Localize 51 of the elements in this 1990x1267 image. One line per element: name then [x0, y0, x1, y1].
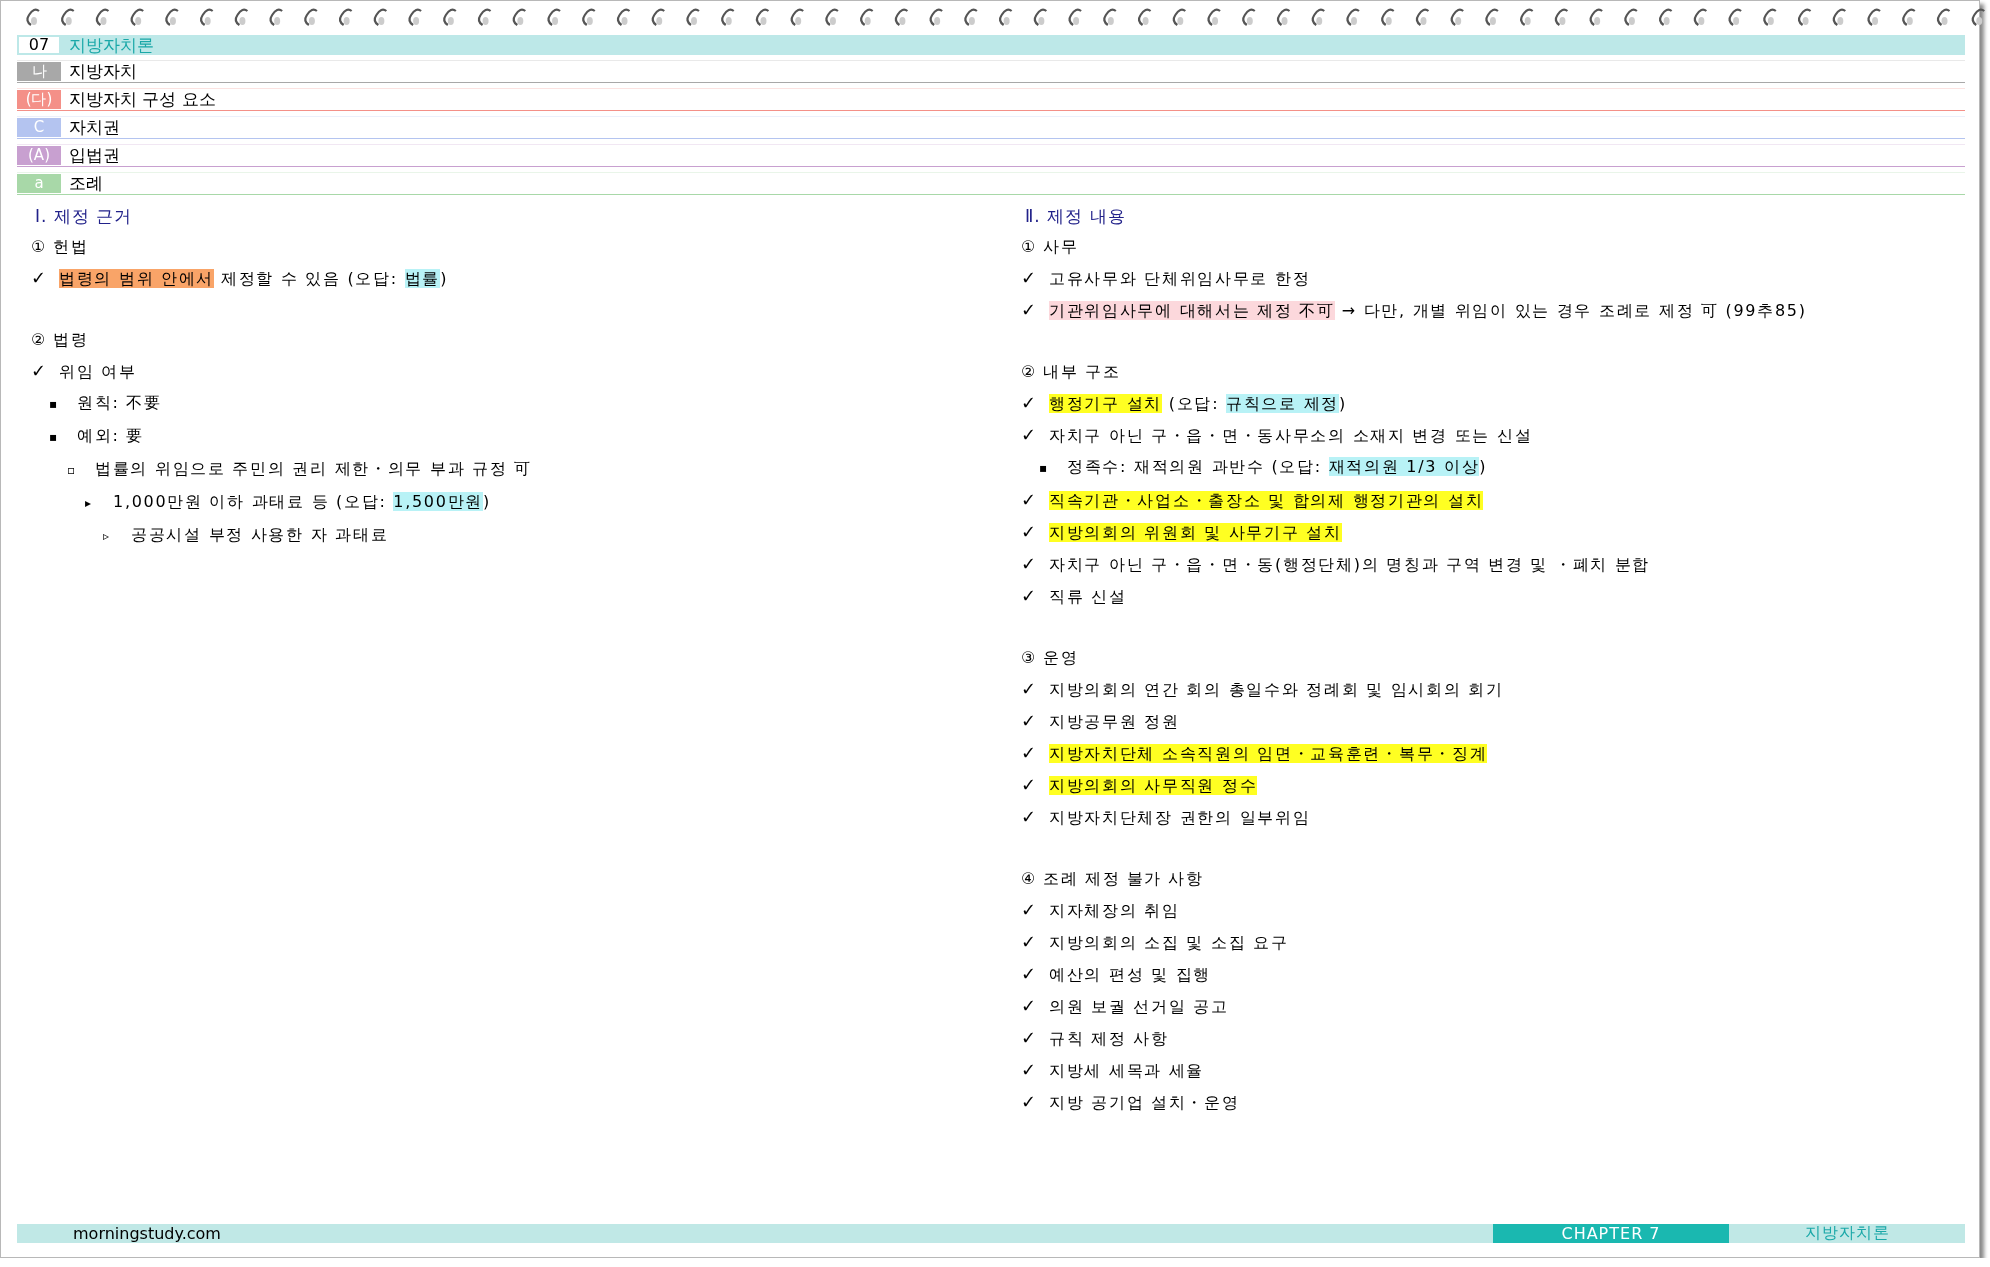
list-item-text: ✓ 자치구 아닌 구・읍・면・동사무소의 소재지 변경 또는 신설: [1021, 423, 1534, 447]
level-marker: a: [17, 174, 61, 193]
level-label: 지방자치 구성 요소: [69, 88, 216, 111]
list-item-text: ✓ 지방공무원 정원: [1021, 709, 1181, 733]
column-title: Ⅱ. 제정 내용: [1024, 205, 1127, 228]
list-item-text: ✓ 규칙 제정 사항: [1021, 1026, 1170, 1050]
list-item-text: ✓ 자치구 아닌 구・읍・면・동(행정단체)의 명칭과 구역 변경 및 ・폐치 분합: [1021, 552, 1652, 576]
section-heading: ① 헌법: [31, 236, 90, 258]
section-heading: ② 내부 구조: [1021, 361, 1121, 383]
chapter-number: 07: [19, 37, 59, 53]
list-item-text: ✓ 기관위임사무에 대해서는 제정 不可 → 다만, 개별 위임이 있는 경우 조례로 제정 可 (99추85): [1021, 298, 1808, 322]
list-item-text: ✓ 지방세 세목과 세율: [1021, 1058, 1206, 1082]
list-item-text: ✓ 지방의회의 연간 회의 총일수와 정례회 및 임시회의 회기: [1021, 677, 1505, 701]
section-heading: ① 사무: [1021, 236, 1080, 258]
site-name: morningstudy.com: [73, 1224, 222, 1243]
list-item-text: ▸ 1,000만원 이하 과태료 등 (오답: 1,500만원): [85, 491, 492, 513]
list-item-text: ✓ 고유사무와 단체위임사무로 한정: [1021, 266, 1312, 290]
list-item-text: ✓ 지방의회의 소집 및 소집 요구: [1021, 930, 1290, 954]
list-item-text: ✓ 행정기구 설치 (오답: 규칙으로 제정): [1021, 391, 1348, 415]
list-item-text: ✓ 위임 여부: [31, 359, 138, 383]
level-label: 지방자치: [69, 60, 137, 83]
list-item-text: ✓ 직류 신설: [1021, 584, 1128, 608]
level-label: 입법권: [69, 144, 120, 167]
level-label: 자치권: [69, 116, 120, 139]
list-item-text: ▪ 원칙: 不要: [49, 392, 163, 414]
section-heading: ④ 조례 제정 불가 사항: [1021, 868, 1205, 890]
list-item-text: ✓ 지방의회의 위원회 및 사무기구 설치: [1021, 520, 1343, 544]
level-marker: (A): [17, 146, 61, 165]
list-item-text: ▪ 예외: 要: [49, 425, 145, 447]
list-item-text: ✓ 지방 공기업 설치・운영: [1021, 1090, 1241, 1114]
list-item-text: ✓ 직속기관・사업소・출장소 및 합의제 행정기관의 설치: [1021, 488, 1485, 512]
list-item-text: ▹ 공공시설 부정 사용한 자 과태료: [103, 524, 390, 546]
section-heading: ② 법령: [31, 329, 90, 351]
level-marker: C: [17, 118, 61, 137]
footer-title: 지방자치론: [1803, 1223, 1891, 1244]
list-item-text: ✓ 지방자치단체장 권한의 일부위임: [1021, 805, 1312, 829]
list-item-text: ✓ 법령의 범위 안에서 제정할 수 있음 (오답: 법률): [31, 266, 450, 290]
list-item-text: ▪ 정족수: 재적의원 과반수 (오답: 재적의원 1/3 이상): [1039, 456, 1489, 478]
list-item-text: ✓ 지방의회의 사무직원 정수: [1021, 773, 1259, 797]
section-heading: ③ 운영: [1021, 647, 1080, 669]
column-title: Ⅰ. 제정 근거: [34, 205, 134, 228]
list-item-text: ✓ 지방자치단체 소속직원의 임면・교육훈련・복무・징계: [1021, 741, 1489, 765]
chapter-title: 지방자치론: [69, 33, 154, 57]
level-label: 조례: [69, 172, 103, 195]
level-marker: (다): [17, 90, 61, 109]
list-item-text: ▫ 법률의 위임으로 주민의 권리 제한・의무 부과 규정 可: [67, 458, 533, 480]
level-marker: 나: [17, 62, 61, 81]
list-item-text: ✓ 지자체장의 취임: [1021, 898, 1181, 922]
chapter-tag: CHAPTER 7: [1493, 1224, 1729, 1243]
list-item-text: ✓ 예산의 편성 및 집행: [1021, 962, 1212, 986]
list-item-text: ✓ 의원 보궐 선거일 공고: [1021, 994, 1230, 1018]
